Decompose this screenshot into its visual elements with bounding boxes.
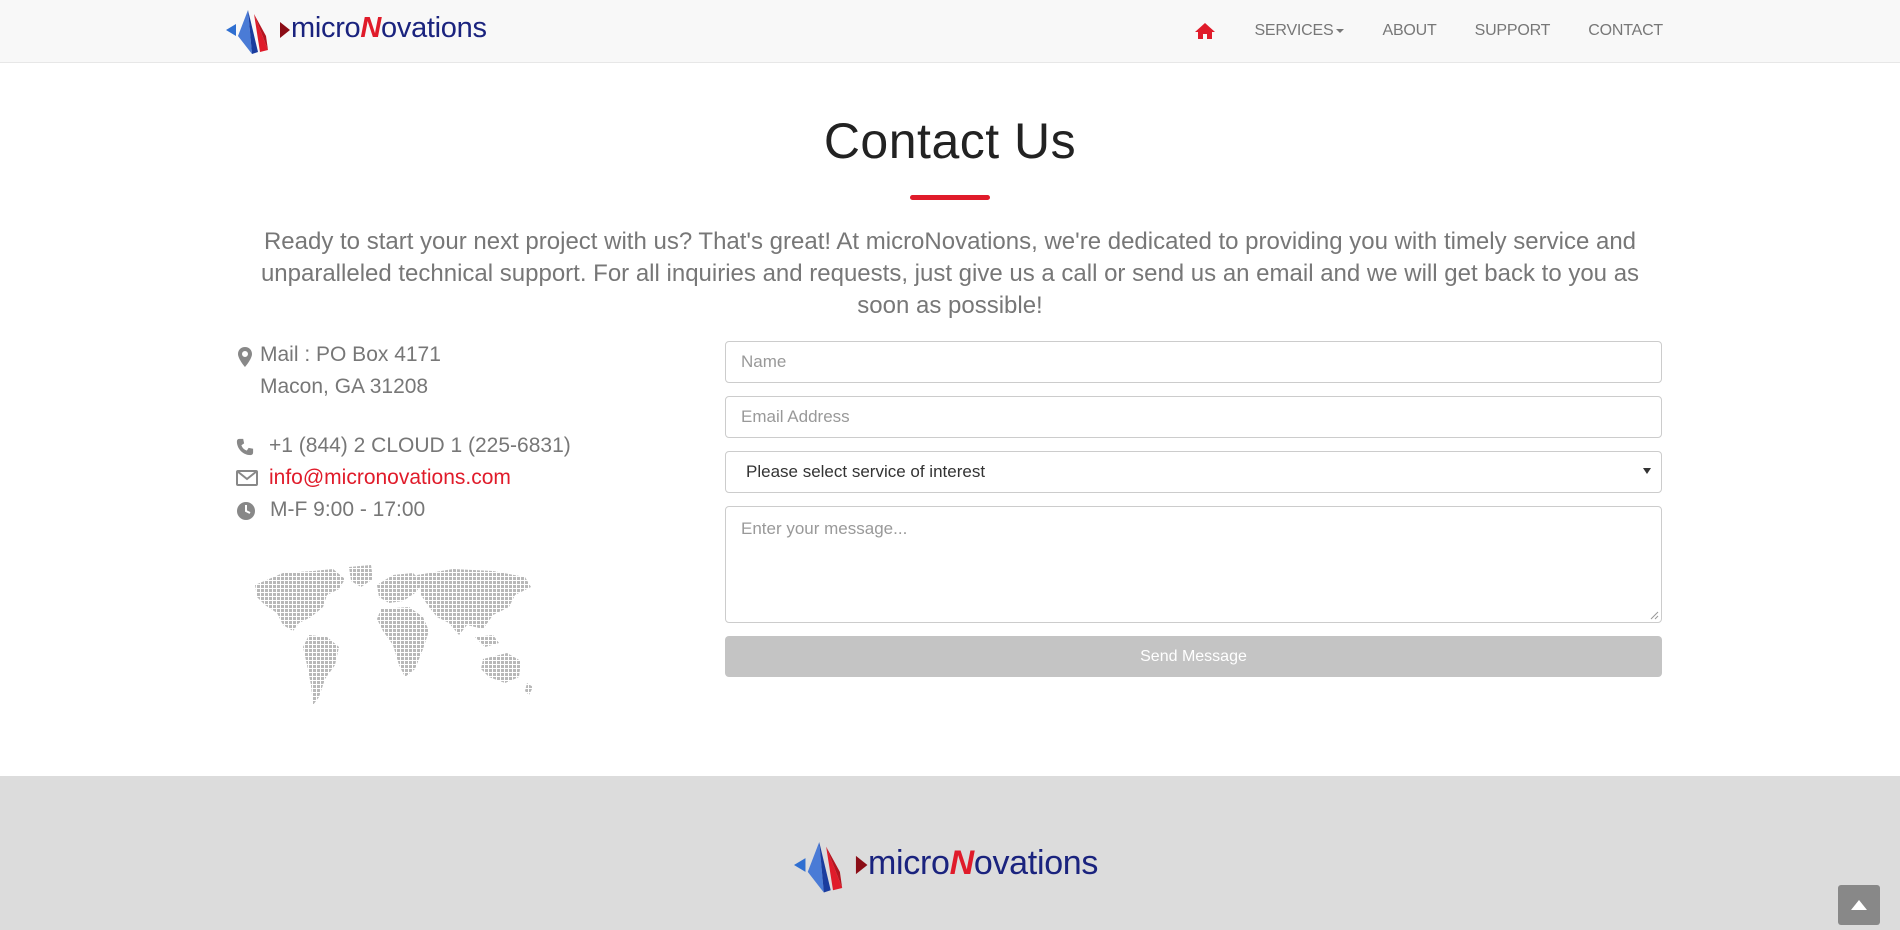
nav-contact[interactable]: CONTACT — [1588, 22, 1663, 40]
service-select-value: Please select service of interest — [746, 462, 986, 481]
chevron-down-icon — [1336, 29, 1345, 33]
logo-text-n: N — [360, 11, 382, 44]
map-marker-icon — [238, 347, 252, 367]
footer-logo-text-ovations: ovations — [973, 843, 1099, 882]
email-link[interactable]: info@micronovations.com — [269, 466, 511, 490]
mail-line-1: Mail : PO Box 4171 — [260, 343, 441, 366]
world-map-image — [255, 565, 533, 705]
email-field[interactable]: Email Address — [725, 396, 1662, 438]
footer: microNovations — [0, 776, 1900, 930]
navbar: microNovations SERVICES ABOUT SUPPORT CO… — [0, 0, 1900, 63]
hours-text: M-F 9:00 - 17:00 — [270, 498, 426, 521]
nav-services-label: SERVICES — [1254, 22, 1334, 39]
resize-handle-icon[interactable] — [1649, 610, 1659, 620]
scroll-to-top-button[interactable] — [1838, 885, 1880, 925]
logo-mark-icon — [226, 10, 290, 54]
home-icon — [1195, 23, 1216, 39]
name-field[interactable]: Name — [725, 341, 1662, 383]
title-underline — [910, 195, 990, 200]
send-message-button[interactable]: Send Message — [725, 636, 1662, 677]
footer-logo[interactable]: microNovations — [794, 836, 1098, 894]
service-select[interactable]: Please select service of interest — [725, 451, 1662, 493]
message-field[interactable]: Enter your message... — [725, 506, 1662, 623]
phone-icon — [236, 438, 254, 456]
message-placeholder: Enter your message... — [741, 519, 908, 538]
footer-logo-text-n: N — [949, 843, 975, 882]
logo-text-micro: micro — [291, 11, 361, 44]
mail-line-2: Macon, GA 31208 — [260, 375, 429, 398]
header-logo[interactable]: microNovations — [226, 6, 487, 54]
main-nav: SERVICES ABOUT SUPPORT CONTACT — [1194, 0, 1663, 62]
email-placeholder: Email Address — [741, 407, 850, 426]
nav-services[interactable]: SERVICES — [1254, 22, 1345, 40]
name-placeholder: Name — [741, 352, 787, 371]
intro-text: Ready to start your next project with us… — [260, 228, 1640, 319]
clock-icon — [237, 502, 255, 520]
select-arrow-icon — [1643, 468, 1651, 474]
chevron-up-icon — [1851, 900, 1867, 910]
logo-mark-icon — [794, 842, 868, 893]
envelope-icon — [236, 470, 258, 486]
phone-number[interactable]: +1 (844) 2 CLOUD 1 (225-6831) — [269, 434, 571, 458]
nav-support[interactable]: SUPPORT — [1475, 22, 1551, 40]
logo-text-ovations: ovations — [381, 11, 487, 44]
page-title: Contact Us — [823, 113, 1077, 169]
nav-about[interactable]: ABOUT — [1382, 22, 1436, 40]
footer-logo-text-micro: micro — [868, 843, 950, 882]
nav-home[interactable] — [1194, 22, 1216, 40]
